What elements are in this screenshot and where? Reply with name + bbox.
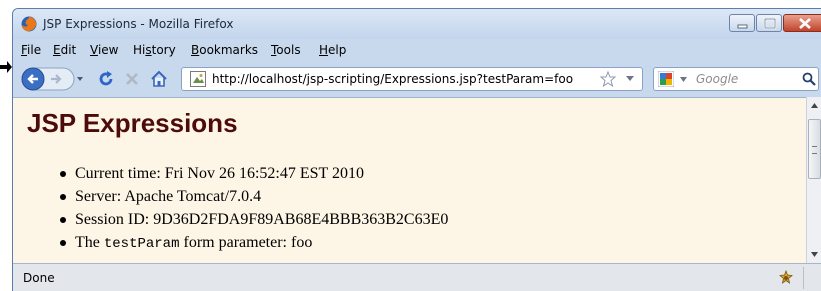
stop-icon[interactable] bbox=[123, 70, 141, 88]
list-item-text: Server: Apache Tomcat/7.0.4 bbox=[75, 188, 262, 205]
list-item-text: Current time: Fri Nov 26 16:52:47 EST 20… bbox=[75, 165, 365, 182]
close-icon bbox=[799, 18, 811, 29]
minimize-button[interactable] bbox=[729, 14, 755, 32]
menu-file[interactable]: File bbox=[21, 43, 41, 57]
list-item: Server: Apache Tomcat/7.0.4 bbox=[60, 185, 448, 208]
menu-help[interactable]: Help bbox=[319, 43, 346, 57]
scroll-down-icon[interactable] bbox=[811, 252, 818, 257]
maximize-button[interactable] bbox=[756, 14, 782, 32]
status-text: Done bbox=[23, 271, 55, 285]
title-bar[interactable]: JSP Expressions - Mozilla Firefox bbox=[13, 9, 821, 39]
star-icon[interactable] bbox=[600, 71, 616, 87]
magnifier-icon[interactable] bbox=[802, 72, 816, 86]
search-placeholder: Google bbox=[696, 72, 739, 86]
menu-bookmarks[interactable]: Bookmarks bbox=[191, 43, 258, 57]
status-separator bbox=[803, 267, 804, 289]
firefox-icon bbox=[21, 16, 37, 32]
bullet bbox=[60, 240, 66, 246]
browser-window: JSP Expressions - Mozilla Firefox File E… bbox=[12, 8, 821, 291]
back-forward-buttons[interactable] bbox=[21, 67, 87, 91]
home-icon[interactable] bbox=[149, 69, 169, 89]
bullet bbox=[60, 217, 66, 223]
address-bar[interactable]: http://localhost/jsp-scripting/Expressio… bbox=[181, 67, 643, 91]
list-item-text: form parameter: foo bbox=[179, 234, 313, 251]
navigation-toolbar: http://localhost/jsp-scripting/Expressio… bbox=[13, 61, 821, 97]
status-bar: Done bbox=[13, 263, 821, 291]
maximize-icon bbox=[763, 17, 777, 30]
menu-history[interactable]: History bbox=[133, 43, 176, 57]
list-item-text: The bbox=[75, 234, 104, 251]
site-icon bbox=[190, 71, 206, 87]
info-list: Current time: Fri Nov 26 16:52:47 EST 20… bbox=[60, 162, 449, 254]
menu-bar: File Edit View History Bookmarks Tools H… bbox=[13, 39, 821, 61]
close-button[interactable] bbox=[783, 14, 821, 32]
menu-view[interactable]: View bbox=[90, 43, 118, 57]
search-bar[interactable]: Google bbox=[653, 67, 819, 91]
list-item: Current time: Fri Nov 26 16:52:47 EST 20… bbox=[60, 162, 448, 185]
scroll-up-icon[interactable] bbox=[811, 103, 818, 108]
google-icon[interactable] bbox=[658, 71, 674, 87]
chevron-down-icon[interactable] bbox=[626, 76, 634, 82]
grip-icon bbox=[812, 146, 817, 154]
menu-edit[interactable]: Edit bbox=[53, 43, 76, 57]
param-name-code: testParam bbox=[103, 236, 180, 252]
bullet bbox=[60, 171, 66, 177]
chevron-down-icon[interactable] bbox=[680, 77, 687, 82]
bug-icon[interactable] bbox=[777, 269, 795, 287]
page-content: JSP Expressions Current time: Fri Nov 26… bbox=[13, 97, 806, 263]
list-item: Session ID: 9D36D2FDA9F89AB68E4BBB363B2C… bbox=[60, 208, 449, 231]
minimize-icon bbox=[737, 24, 748, 29]
window-title: JSP Expressions - Mozilla Firefox bbox=[43, 17, 234, 31]
bullet bbox=[60, 194, 66, 200]
menu-tools[interactable]: Tools bbox=[271, 43, 301, 57]
pointer-arrow-icon bbox=[0, 61, 12, 73]
url-text: http://localhost/jsp-scripting/Expressio… bbox=[212, 72, 574, 86]
page-title: JSP Expressions bbox=[27, 108, 238, 138]
reload-icon[interactable] bbox=[97, 70, 115, 88]
scroll-thumb[interactable] bbox=[808, 119, 821, 179]
vertical-scrollbar[interactable] bbox=[806, 97, 821, 263]
list-item: The testParam form parameter: foo bbox=[60, 231, 448, 254]
list-item-text: Session ID: 9D36D2FDA9F89AB68E4BBB363B2C… bbox=[75, 211, 449, 228]
